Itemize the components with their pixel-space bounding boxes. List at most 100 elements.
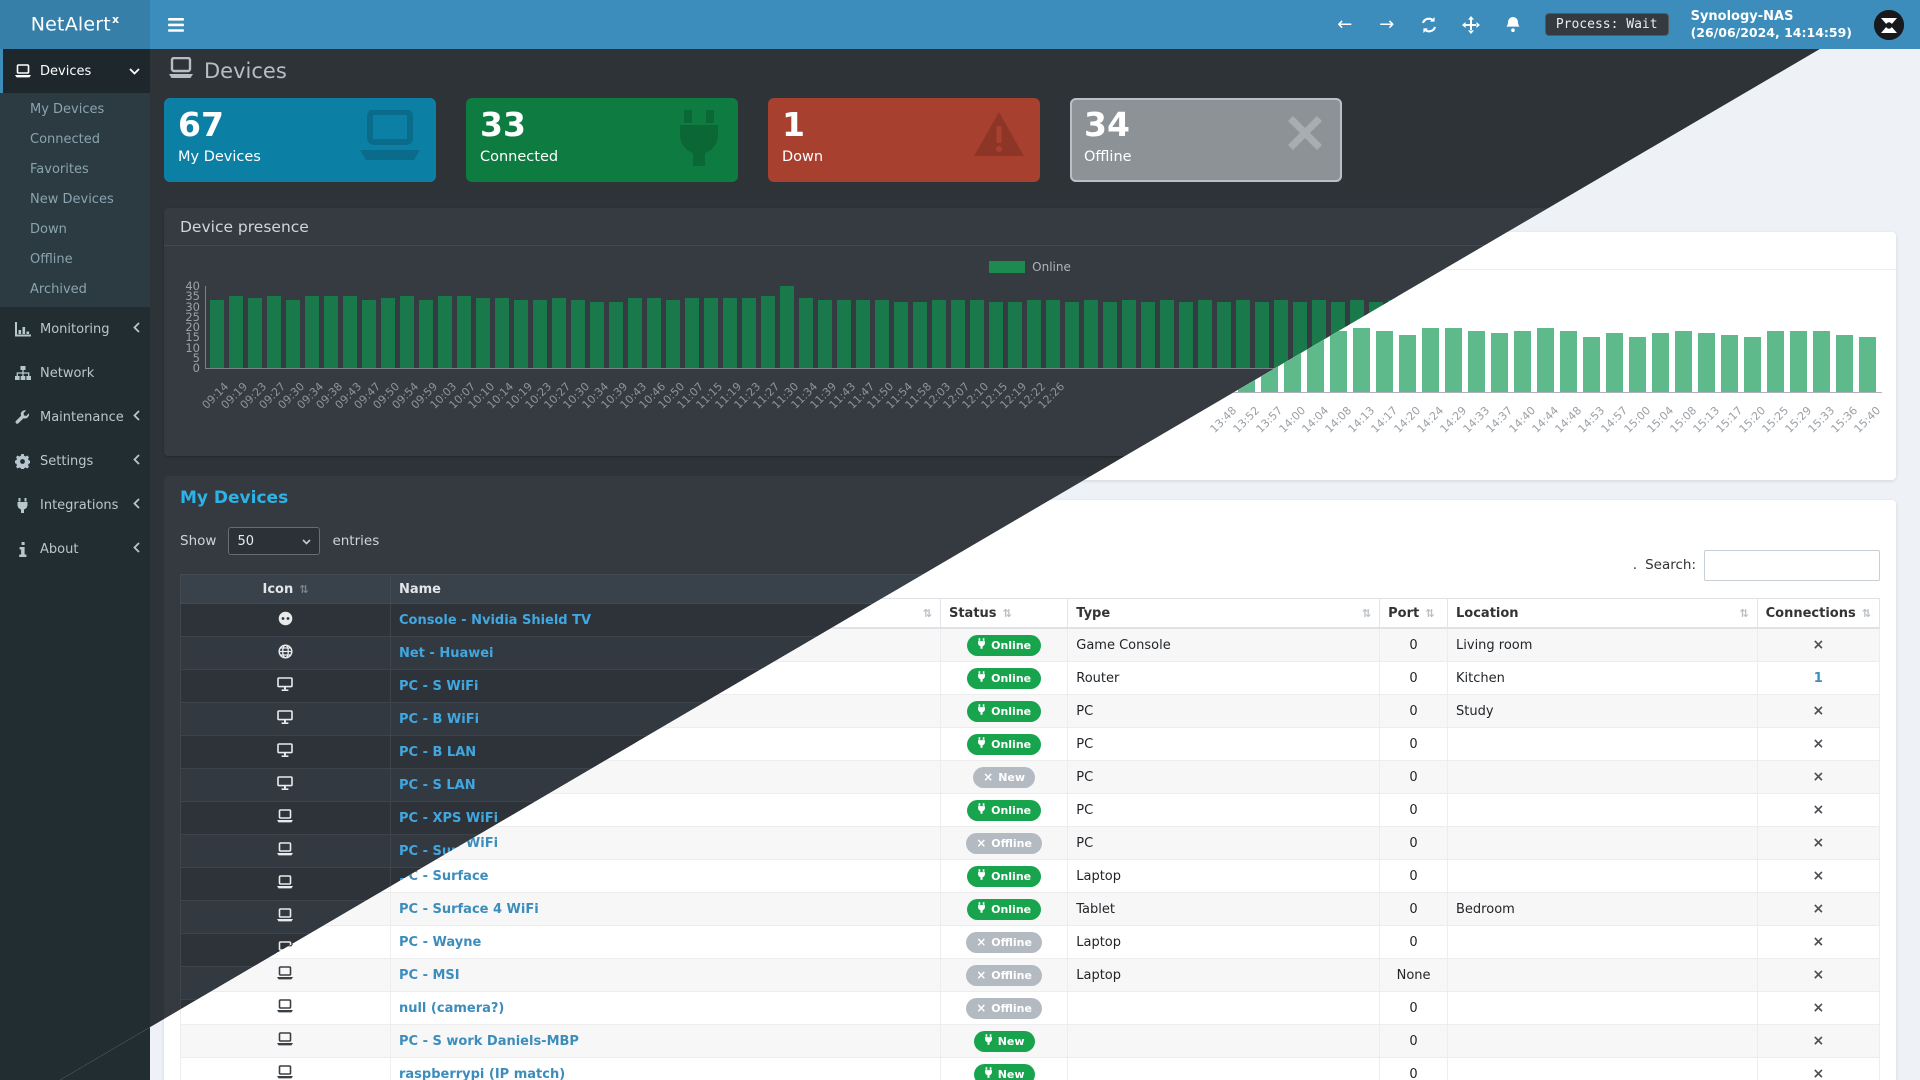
chart-bar[interactable] (1537, 328, 1554, 392)
table-row[interactable]: null (camera?)×Offline0× (181, 992, 1880, 1025)
sort-icon[interactable]: ⇅ (1425, 607, 1434, 620)
chart-bar[interactable] (970, 300, 984, 368)
chart-bar[interactable] (1008, 302, 1022, 368)
chart-bar[interactable] (1179, 302, 1193, 368)
sidebar-item-integrations[interactable]: Integrations (0, 483, 150, 527)
delete-connection-icon[interactable]: × (1812, 1000, 1824, 1016)
chart-bar[interactable] (1675, 331, 1692, 393)
chart-bar[interactable] (1399, 335, 1416, 392)
sidebar-item-maintenance[interactable]: Maintenance (0, 395, 150, 439)
stat-card-down[interactable]: 1Down (768, 98, 1040, 182)
chart-bar[interactable] (856, 300, 870, 368)
table-row[interactable]: PC - MSI×OfflineLaptopNone× (181, 959, 1880, 992)
sort-icon[interactable]: ⇅ (1739, 607, 1748, 620)
device-name-link[interactable]: PC - Wayne (399, 935, 481, 950)
chart-bar[interactable] (1560, 331, 1577, 393)
chart-bar[interactable] (210, 300, 224, 368)
move-icon[interactable] (1461, 15, 1481, 35)
chart-bar[interactable] (913, 302, 927, 368)
chart-bar[interactable] (1698, 333, 1715, 392)
chart-bar[interactable] (761, 296, 775, 368)
chart-bar[interactable] (1376, 331, 1393, 393)
column-header-status[interactable]: Status⇅ (940, 599, 1067, 629)
sidebar-item-network[interactable]: Network (0, 351, 150, 395)
delete-connection-icon[interactable]: × (1812, 967, 1824, 983)
chart-bar[interactable] (1353, 328, 1370, 392)
delete-connection-icon[interactable]: × (1812, 934, 1824, 950)
chart-bar[interactable] (1721, 335, 1738, 392)
column-header-icon[interactable]: Icon⇅ (181, 575, 391, 604)
table-row[interactable]: PC - SurfaceOnlineLaptop0× (181, 860, 1880, 893)
table-row[interactable]: raspberrypi (IP match)New0× (181, 1058, 1880, 1080)
chart-bar[interactable] (1790, 331, 1807, 393)
delete-connection-icon[interactable]: × (1812, 835, 1824, 851)
chart-bar[interactable] (571, 300, 585, 368)
chart-bar[interactable] (495, 298, 509, 368)
chart-bar[interactable] (1217, 302, 1231, 368)
chart-bar[interactable] (381, 298, 395, 368)
chart-bar[interactable] (514, 300, 528, 368)
refresh-icon[interactable] (1419, 15, 1439, 35)
delete-connection-icon[interactable]: × (1812, 769, 1824, 785)
chart-bar[interactable] (324, 296, 338, 368)
chart-bar[interactable] (742, 298, 756, 368)
submenu-item-down[interactable]: Down (0, 215, 150, 245)
chart-bar[interactable] (457, 296, 471, 368)
chart-bar[interactable] (419, 300, 433, 368)
chart-bar[interactable] (1652, 333, 1669, 392)
device-name-link[interactable]: PC - Surface 4 WiFi (399, 902, 539, 917)
chart-bar[interactable] (590, 302, 604, 368)
chart-bar[interactable] (628, 298, 642, 368)
chart-bar[interactable] (1141, 302, 1155, 368)
column-header-type[interactable]: Type⇅ (1068, 599, 1380, 629)
chart-bar[interactable] (552, 298, 566, 368)
device-name-link[interactable]: raspberrypi (IP match) (399, 1067, 565, 1080)
delete-connection-icon[interactable]: × (1812, 637, 1824, 653)
chart-bar[interactable] (476, 298, 490, 368)
chart-bar[interactable] (1330, 331, 1347, 393)
delete-connection-icon[interactable]: × (1812, 868, 1824, 884)
chart-bar[interactable] (1583, 337, 1600, 392)
chart-bar[interactable] (1236, 300, 1250, 368)
chart-bar[interactable] (286, 300, 300, 368)
sort-icon[interactable]: ⇅ (299, 583, 308, 596)
table-row[interactable]: PC - S work Daniels-MBPNew0× (181, 1025, 1880, 1058)
stat-card-my-devices[interactable]: 67My Devices (164, 98, 436, 182)
chart-bar[interactable] (1103, 302, 1117, 368)
submenu-item-connected[interactable]: Connected (0, 125, 150, 155)
chart-bar[interactable] (1274, 300, 1288, 368)
device-name-link[interactable]: PC - S WiFi (399, 679, 479, 694)
search-input[interactable] (1704, 550, 1880, 581)
chart-bar[interactable] (1491, 333, 1508, 392)
chart-bar[interactable] (1065, 302, 1079, 368)
chart-bar[interactable] (1027, 300, 1041, 368)
chart-bar[interactable] (1606, 333, 1623, 392)
chart-bar[interactable] (533, 300, 547, 368)
delete-connection-icon[interactable]: × (1812, 901, 1824, 917)
chart-bar[interactable] (818, 300, 832, 368)
column-header-name[interactable]: Name⇅ (390, 575, 940, 604)
sort-icon[interactable]: ⇅ (1003, 607, 1012, 620)
sidebar-item-devices[interactable]: Devices (0, 49, 150, 93)
table-row[interactable]: PC - Surface 4 WiFiOnlineTablet0Bedroom× (181, 893, 1880, 926)
chart-bar[interactable] (685, 298, 699, 368)
chart-bar[interactable] (1629, 337, 1646, 392)
sort-icon[interactable]: ⇅ (923, 607, 932, 620)
chart-bar[interactable] (666, 300, 680, 368)
user-avatar[interactable] (1874, 10, 1904, 40)
chart-bar[interactable] (1255, 302, 1269, 368)
submenu-item-offline[interactable]: Offline (0, 245, 150, 275)
chart-bar[interactable] (305, 296, 319, 368)
sidebar-item-about[interactable]: About (0, 527, 150, 571)
device-name-link[interactable]: PC - S work Daniels-MBP (399, 1034, 579, 1049)
column-header-connections[interactable]: Connections⇅ (1757, 599, 1879, 629)
device-name-link[interactable]: Console - Nvidia Shield TV (399, 613, 591, 628)
stat-card-offline[interactable]: 34Offline (1070, 98, 1342, 182)
chart-bar[interactable] (1084, 300, 1098, 368)
chart-bar[interactable] (951, 300, 965, 368)
chart-bar[interactable] (267, 296, 281, 368)
chart-bar[interactable] (1198, 300, 1212, 368)
sidebar-item-settings[interactable]: Settings (0, 439, 150, 483)
chart-bar[interactable] (704, 298, 718, 368)
device-name-link[interactable]: PC - B LAN (399, 745, 476, 760)
